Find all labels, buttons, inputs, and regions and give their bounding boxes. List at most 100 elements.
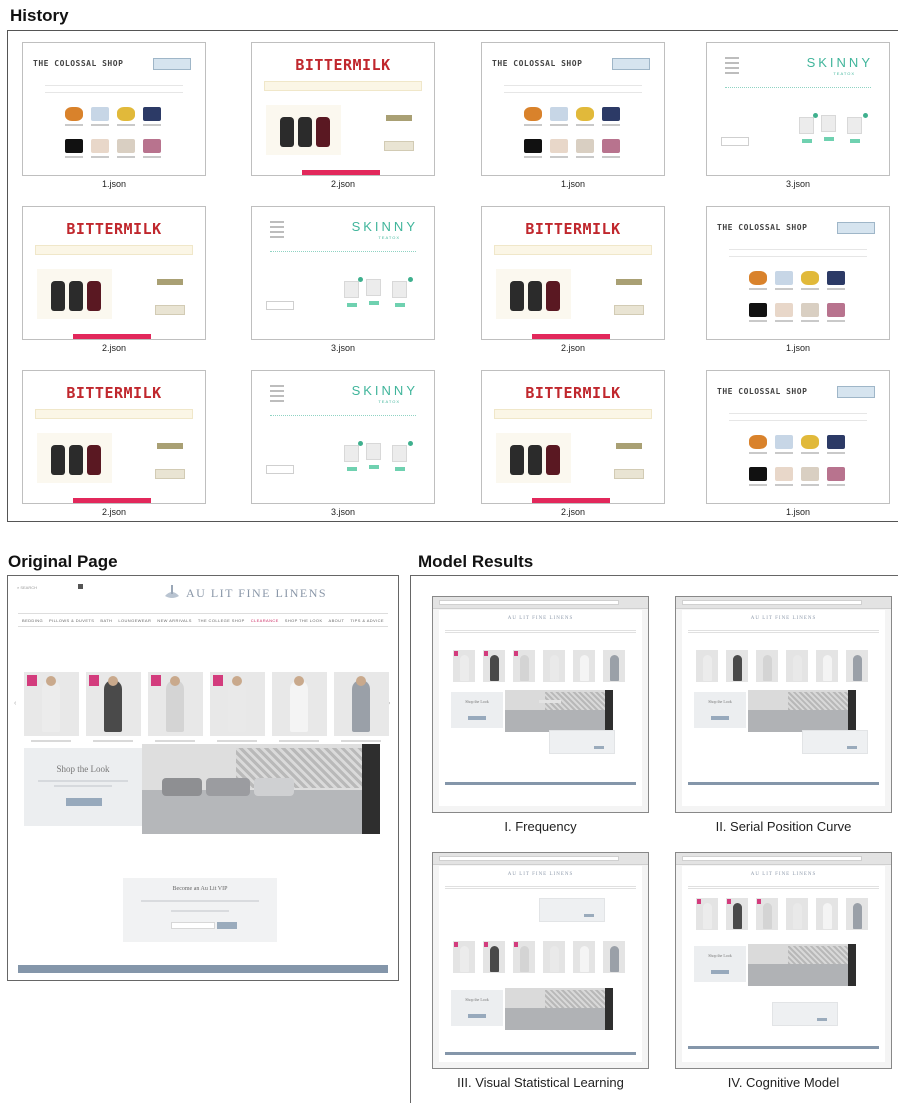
product-label-line	[93, 740, 133, 742]
nav-bar	[445, 886, 636, 889]
brand-logo-icon	[165, 585, 179, 598]
history-thumbnail[interactable]: THE COLOSSAL SHOP	[481, 42, 665, 176]
vip-email-input[interactable]	[171, 922, 215, 929]
model-result-screenshot[interactable]: AU LIT FINE LINENS Shop the Look	[675, 852, 892, 1069]
thumbnail-caption: 2.json	[101, 343, 127, 353]
thumbnail-logo: THE COLOSSAL SHOP	[492, 59, 583, 68]
product-label	[550, 156, 568, 158]
model-results-title: Model Results	[418, 552, 534, 571]
nav-item[interactable]: ABOUT	[329, 618, 345, 623]
model-result-screenshot[interactable]: AU LIT FINE LINENS Shop the Look	[675, 596, 892, 813]
thumbnail-caption: 1.json	[101, 179, 127, 189]
history-thumbnail[interactable]: SKINNY TEATOX	[251, 370, 435, 504]
product-card	[573, 941, 595, 973]
side-panel	[614, 469, 644, 479]
product-label	[775, 484, 793, 486]
vip-submit-button[interactable]	[217, 922, 237, 929]
nav-item[interactable]: TIPS & ADVICE	[350, 618, 384, 623]
product-image	[143, 139, 161, 153]
side-button	[157, 443, 183, 449]
sale-badge	[514, 942, 518, 947]
history-thumbnail[interactable]: BITTERMILK	[22, 206, 206, 340]
shop-the-look-panel: Shop the Look	[451, 692, 503, 728]
nav-item[interactable]: NEW ARRIVALS	[157, 618, 192, 623]
model-result-screenshot[interactable]: AU LIT FINE LINENS Shop the Look	[432, 596, 649, 813]
product-card	[846, 898, 868, 930]
nav-item[interactable]: BATH	[100, 618, 112, 623]
side-button	[157, 279, 183, 285]
page-footer	[688, 1046, 879, 1049]
product-image	[775, 271, 793, 285]
thumbnail-caption: 1.json	[785, 343, 811, 353]
product-card[interactable]	[86, 672, 141, 736]
product-image	[775, 467, 793, 481]
history-thumbnail[interactable]: THE COLOSSAL SHOP	[706, 370, 890, 504]
history-thumbnail[interactable]: THE COLOSSAL SHOP	[706, 206, 890, 340]
product-label	[143, 124, 161, 126]
shop-the-look-heading: Shop the Look	[708, 953, 732, 958]
page-footer	[18, 965, 388, 973]
thumbnail-caption: 2.json	[330, 179, 356, 189]
history-thumbnail[interactable]: BITTERMILK	[251, 42, 435, 176]
browser-chrome	[433, 853, 648, 865]
carousel-prev-icon[interactable]: ‹	[14, 700, 16, 707]
history-thumbnail[interactable]: SKINNY TEATOX	[251, 206, 435, 340]
nav-item[interactable]: SHOP THE LOOK	[285, 618, 323, 623]
product-image	[143, 107, 161, 121]
product-card	[816, 898, 838, 930]
product-image	[827, 303, 845, 317]
product-label	[524, 156, 542, 158]
thumbnail-caption: 3.json	[785, 179, 811, 189]
product-pouch	[344, 445, 359, 462]
nav-item[interactable]: BEDDING	[22, 618, 43, 623]
vip-submit-button	[594, 746, 604, 749]
product-image	[65, 107, 83, 121]
shop-the-look-heading: Shop the Look	[708, 699, 732, 704]
nav-item[interactable]: CLEARANCE	[251, 618, 279, 623]
vip-signup-panel	[772, 1002, 838, 1026]
product-card	[846, 650, 868, 682]
product-label	[827, 288, 845, 290]
shop-the-look-panel: Shop the Look	[694, 946, 746, 982]
history-thumbnail[interactable]: BITTERMILK	[22, 370, 206, 504]
product-image	[576, 107, 594, 121]
model-figure	[520, 946, 529, 972]
model-caption: II. Serial Position Curve	[715, 819, 852, 834]
product-card[interactable]	[24, 672, 79, 736]
product-label-line	[341, 740, 381, 742]
price-tag	[369, 465, 379, 469]
product-image	[117, 139, 135, 153]
product-label	[801, 484, 819, 486]
product-card[interactable]	[334, 672, 389, 736]
model-figure	[290, 680, 308, 732]
product-image	[749, 271, 767, 285]
product-card	[483, 650, 505, 682]
sort-select	[721, 137, 749, 146]
nav-item[interactable]: THE COLLEGE SHOP	[198, 618, 245, 623]
product-card[interactable]	[148, 672, 203, 736]
thumbnail-logo: THE COLOSSAL SHOP	[717, 387, 808, 396]
history-thumbnail[interactable]: THE COLOSSAL SHOP	[22, 42, 206, 176]
model-figure	[793, 903, 802, 929]
model-head	[232, 676, 242, 686]
brand-name: AU LIT FINE LINENS	[750, 872, 817, 877]
nav-item[interactable]: LOUNGEWEAR	[118, 618, 151, 623]
search-icon[interactable]: ⌕ SEARCH	[17, 585, 37, 590]
history-thumbnail[interactable]: BITTERMILK	[481, 206, 665, 340]
shop-the-look-button[interactable]	[66, 798, 102, 806]
model-result-screenshot[interactable]: AU LIT FINE LINENS Shop the Look	[432, 852, 649, 1069]
product-card[interactable]	[210, 672, 265, 736]
model-figure	[490, 946, 499, 972]
product-label	[775, 320, 793, 322]
product-card[interactable]	[272, 672, 327, 736]
nav-item[interactable]: PILLOWS & DUVETS	[49, 618, 94, 623]
model-figure	[853, 903, 862, 929]
side-panel	[155, 469, 185, 479]
history-thumbnail[interactable]: BITTERMILK	[481, 370, 665, 504]
cart-icon[interactable]	[78, 584, 83, 589]
price-tag	[347, 467, 357, 471]
vip-signup-panel	[802, 730, 868, 754]
history-thumbnail[interactable]: SKINNY TEATOX	[706, 42, 890, 176]
vip-text-line	[171, 910, 229, 912]
model-figure	[228, 680, 246, 732]
